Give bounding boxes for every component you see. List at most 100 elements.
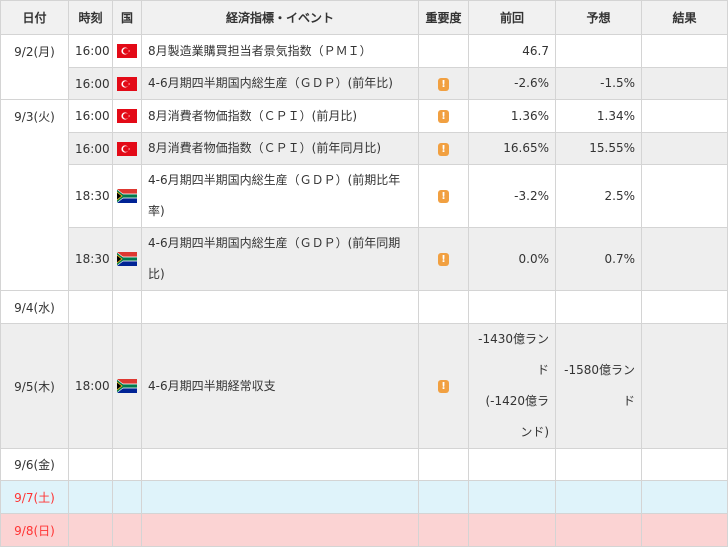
country-cell [112,290,142,324]
south-africa-flag-icon [117,252,137,267]
forecast-cell [555,513,642,547]
previous-cell: 16.65% [468,132,556,165]
country-cell [112,34,142,68]
header-time: 時刻 [68,0,113,35]
header-date: 日付 [0,0,69,35]
header-event: 経済指標・イベント [141,0,419,35]
event-cell [141,290,419,324]
table-row: 9/3(火) 16:00 8月消費者物価指数（ＣＰＩ）(前月比) ! 1.36%… [0,99,728,291]
economic-calendar-table: 日付 時刻 国 経済指標・イベント 重要度 前回 予想 結果 9/2(月) 16… [0,0,728,547]
previous-cell [468,513,556,547]
country-cell [112,513,142,547]
forecast-cell [555,448,642,481]
importance-icon: ! [438,190,449,203]
importance-cell [418,448,469,481]
turkey-flag-icon [117,44,137,59]
header-row: 日付 時刻 国 経済指標・イベント 重要度 前回 予想 結果 [0,0,728,35]
date-cell: 9/4(水) [0,290,69,324]
table-row: 9/4(水) [0,290,728,324]
event-cell[interactable]: 4-6月期四半期国内総生産（ＧＤＰ）(前期比年率) [141,164,419,228]
previous-cell: 46.7 [468,34,556,68]
forecast-cell: -1580億ランド [555,323,642,449]
country-cell [112,67,142,100]
event-cell[interactable]: 8月消費者物価指数（ＣＰＩ）(前月比) [141,99,419,133]
table-row: 18:30 4-6月期四半期国内総生産（ＧＤＰ）(前年同期比) ! 0.0% 0… [1,227,728,291]
result-cell [641,34,728,68]
country-cell [112,448,142,481]
date-cell: 9/3(火) [0,99,69,291]
previous-cell: -1430億ランド (-1420億ランド) [468,323,556,449]
importance-cell: ! [418,323,469,449]
event-cell[interactable]: 4-6月期四半期経常収支 [141,323,419,449]
previous-cell [468,448,556,481]
event-cell[interactable]: 8月消費者物価指数（ＣＰＩ）(前年同月比) [141,132,419,165]
time-cell [68,448,113,481]
country-cell [112,227,142,291]
event-cell [141,513,419,547]
date-cell: 9/2(月) [0,34,69,100]
forecast-cell: 0.7% [555,227,642,291]
result-cell [641,480,728,514]
header-previous: 前回 [468,0,556,35]
table-row: 16:00 4-6月期四半期国内総生産（ＧＤＰ）(前年比) ! -2.6% -1… [1,67,728,100]
importance-icon: ! [438,77,449,91]
previous-cell [468,290,556,324]
turkey-flag-icon [117,109,137,124]
table-row: 9/8(日) [0,513,728,547]
header-importance: 重要度 [418,0,469,35]
event-cell[interactable]: 4-6月期四半期国内総生産（ＧＤＰ）(前年比) [141,67,419,100]
result-cell [641,290,728,324]
time-cell [68,513,113,547]
date-cell: 9/6(金) [0,448,69,481]
previous-cell: 1.36% [468,99,556,133]
country-cell [112,164,142,228]
date-cell: 9/8(日) [0,513,69,547]
table-row: 9/7(土) [0,480,728,514]
date-cell: 9/7(土) [0,480,69,514]
south-africa-flag-icon [117,379,137,394]
result-cell [641,164,728,228]
header-result: 結果 [641,0,728,35]
south-africa-flag-icon [117,189,137,204]
turkey-flag-icon [117,76,137,91]
time-cell [68,480,113,514]
forecast-cell [555,34,642,68]
time-cell: 16:00 [68,99,113,133]
previous-cell [468,480,556,514]
importance-cell: ! [418,164,469,228]
result-cell [641,99,728,133]
event-cell[interactable]: 4-6月期四半期国内総生産（ＧＤＰ）(前年同期比) [141,227,419,291]
table-row: 9/2(月) 16:00 8月製造業購買担当者景気指数（ＰＭＩ） 46.7 [0,34,728,100]
importance-cell [418,34,469,68]
forecast-cell [555,480,642,514]
country-cell [112,99,142,133]
forecast-cell: -1.5% [555,67,642,100]
importance-cell: ! [418,67,469,100]
turkey-flag-icon [117,141,137,156]
country-cell [112,323,142,449]
time-cell: 18:30 [68,164,113,228]
result-cell [641,448,728,481]
table-row: 16:00 8月消費者物価指数（ＣＰＩ）(前年同月比) ! 16.65% 15.… [1,132,728,165]
time-cell: 18:00 [68,323,113,449]
event-cell[interactable]: 8月製造業購買担当者景気指数（ＰＭＩ） [141,34,419,68]
table-row: 9/6(金) [0,448,728,481]
date-cell: 9/5(木) [0,323,69,449]
importance-icon: ! [438,253,449,266]
result-cell [641,513,728,547]
importance-icon: ! [438,380,449,393]
forecast-cell: 2.5% [555,164,642,228]
importance-icon: ! [438,110,449,123]
importance-cell: ! [418,99,469,133]
time-cell [68,290,113,324]
result-cell [641,323,728,449]
header-country: 国 [112,0,142,35]
header-forecast: 予想 [555,0,642,35]
event-cell [141,480,419,514]
forecast-cell: 1.34% [555,99,642,133]
time-cell: 16:00 [68,132,113,165]
previous-cell: -2.6% [468,67,556,100]
result-cell [641,132,728,165]
forecast-cell [555,290,642,324]
forecast-cell: 15.55% [555,132,642,165]
